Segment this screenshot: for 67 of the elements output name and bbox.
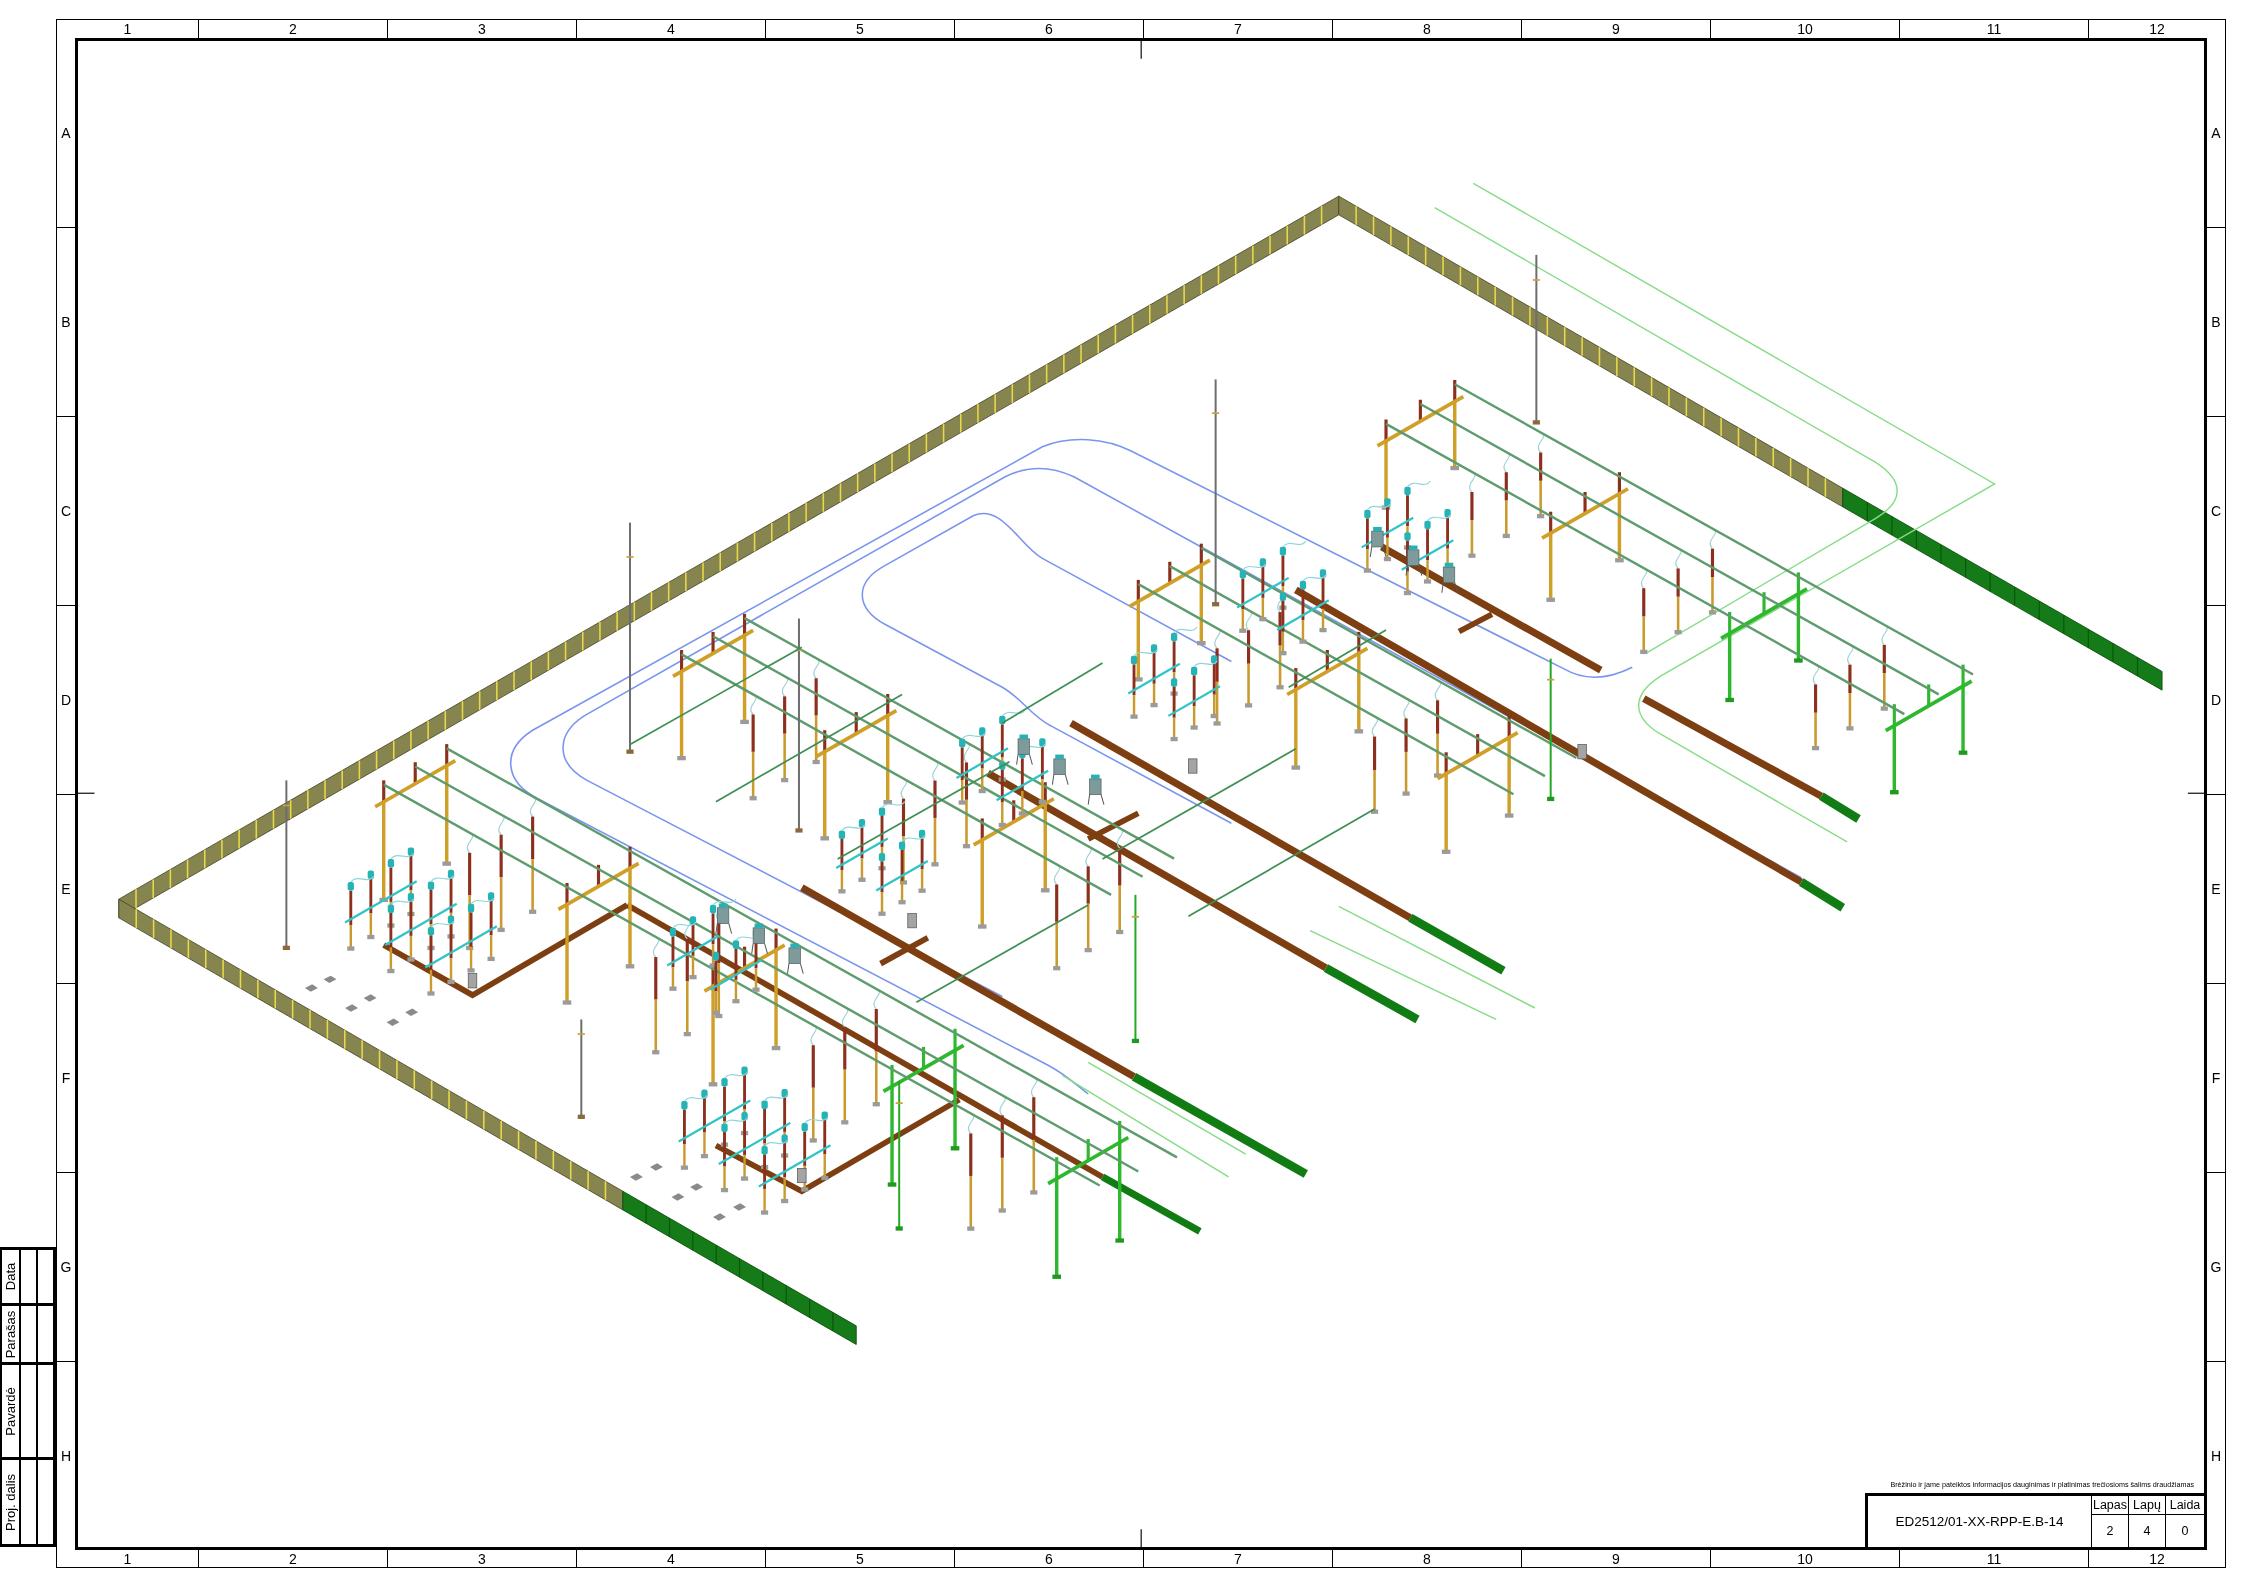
grid-column-label: 5 <box>765 20 954 38</box>
grid-row-label: G <box>57 1172 75 1361</box>
drawing-number: ED2512/01-XX-RPP-E.B-14 <box>1868 1496 2092 1547</box>
foundation-pad <box>363 994 377 1002</box>
foundation-pad <box>713 1213 726 1221</box>
grid-row-label: F <box>2207 983 2225 1172</box>
grid-column-label: 8 <box>1332 20 1521 38</box>
foundation-pad <box>386 1018 400 1027</box>
grid-column-label: 10 <box>1710 20 1899 38</box>
grid-row-label: B <box>57 227 75 416</box>
foundation-pad <box>405 1008 419 1016</box>
grid-row-label: D <box>57 605 75 794</box>
foundation-pad <box>323 975 337 984</box>
foundation-pad <box>630 1173 643 1181</box>
grid-row-label: H <box>57 1361 75 1550</box>
grid-column-label: 9 <box>1521 1550 1710 1567</box>
grid-column-label: 3 <box>387 1550 576 1567</box>
grid-column-label: 2 <box>198 1550 387 1567</box>
control-cabinet <box>1577 744 1587 760</box>
grid-column-label: 8 <box>1332 1550 1521 1567</box>
grid-column-label: 7 <box>1143 20 1332 38</box>
foundation-pad <box>671 1193 685 1201</box>
grid-column-label: 11 <box>1899 1550 2088 1567</box>
grid-row-label: H <box>2207 1361 2225 1550</box>
foundation-pad <box>345 1004 358 1012</box>
foundation-pad <box>305 984 318 992</box>
sheet-field-value: 4 <box>2129 1515 2166 1547</box>
grid-row-label: D <box>2207 605 2225 794</box>
grid-column-label: 5 <box>765 1550 954 1567</box>
grid-row-label: A <box>60 123 72 143</box>
grid-column-label: 3 <box>387 20 576 38</box>
grid-column-label: 10 <box>1710 1550 1899 1567</box>
control-cabinet <box>467 973 478 989</box>
revision-field-label: Parašas <box>4 1310 17 1358</box>
grid-row-label: A <box>2210 123 2222 143</box>
control-cabinet <box>1188 758 1198 774</box>
grid-column-label: 6 <box>954 20 1143 38</box>
sheet-field-label: Lapų <box>2129 1496 2166 1515</box>
revision-field-label: Data <box>4 1262 17 1291</box>
sheet-field-label: Laida <box>2166 1496 2204 1515</box>
grid-row-label: C <box>57 416 75 605</box>
grid-column-label: 1 <box>122 1550 133 1567</box>
grid-column-label: 2 <box>198 20 387 38</box>
grid-row-label: B <box>2207 227 2225 416</box>
control-cabinet <box>797 1168 807 1184</box>
grid-column-label: 1 <box>122 20 133 38</box>
foundation-pad <box>650 1163 663 1171</box>
foundation-pad <box>733 1203 746 1211</box>
sheet-field-value: 2 <box>2092 1515 2129 1547</box>
control-cabinet <box>907 913 917 929</box>
grid-column-label: 4 <box>576 20 765 38</box>
grid-row-label: F <box>57 983 75 1172</box>
sheet-field-label: Lapas <box>2092 1496 2129 1515</box>
grid-column-label: 12 <box>2088 1550 2225 1567</box>
grid-column-label: 7 <box>1143 1550 1332 1567</box>
grid-column-label: 6 <box>954 1550 1143 1567</box>
sheet-field-value: 0 <box>2180 1523 2190 1540</box>
revision-field-label: Proj. dalis <box>4 1473 17 1531</box>
grid-column-label: 4 <box>576 1550 765 1567</box>
grid-row-label: E <box>2207 794 2225 983</box>
grid-column-label: 12 <box>2088 20 2225 38</box>
grid-column-label: 9 <box>1521 20 1710 38</box>
grid-column-label: 11 <box>1899 20 2088 38</box>
grid-row-label: G <box>2207 1172 2225 1361</box>
grid-row-label: C <box>2207 416 2225 605</box>
grid-row-label: E <box>57 794 75 983</box>
revision-field-label: Pavardė <box>4 1386 17 1436</box>
